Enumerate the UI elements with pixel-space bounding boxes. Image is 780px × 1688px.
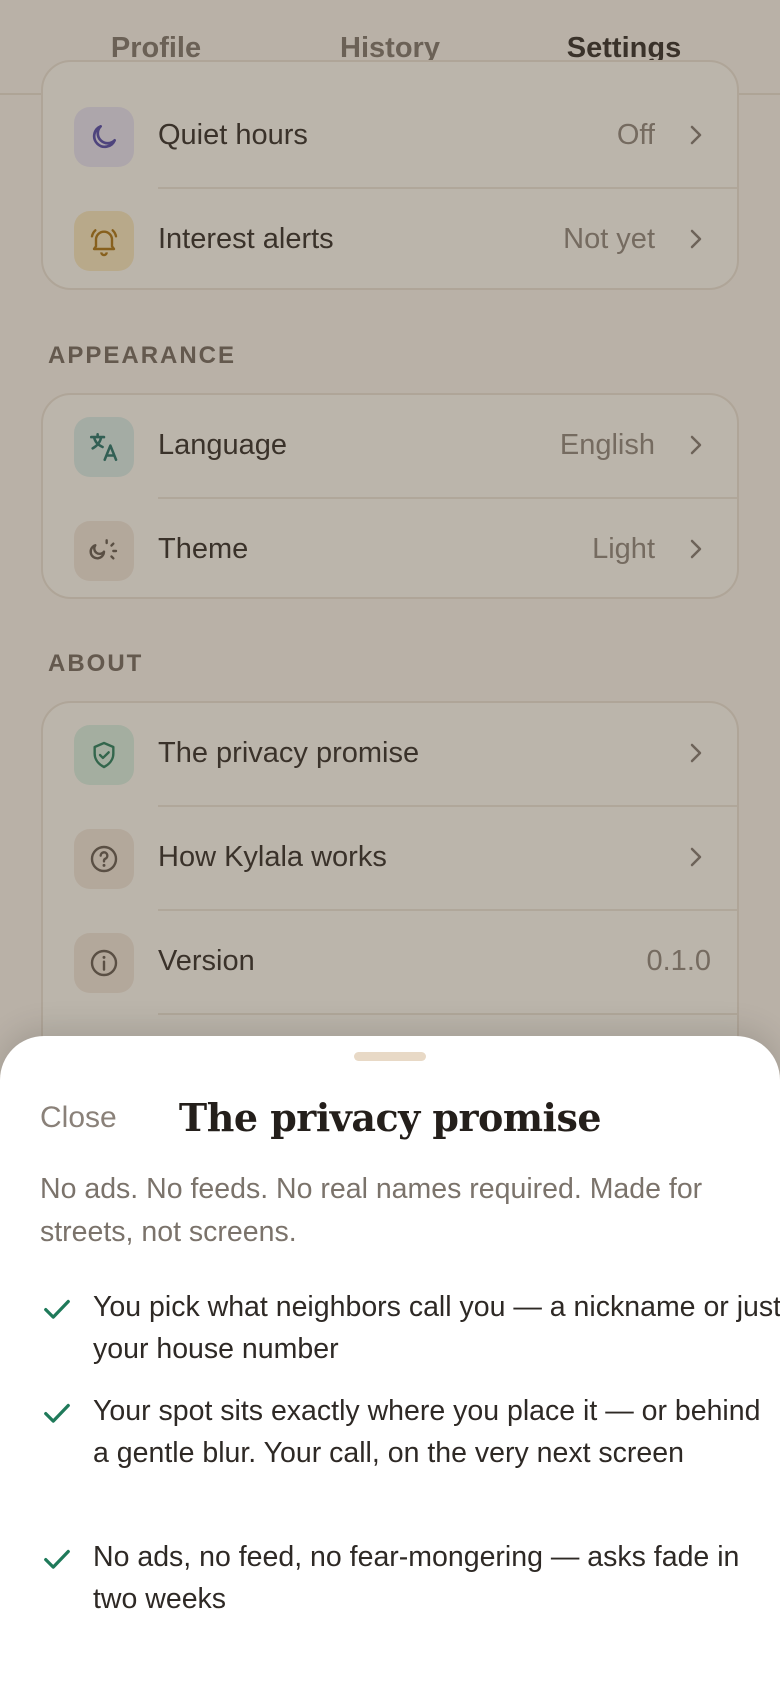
privacy-promise-sheet: Close The privacy promise No ads. No fee… bbox=[0, 1036, 780, 1688]
sheet-subtitle: No ads. No feeds. No real names required… bbox=[40, 1173, 703, 1248]
promise-text: No ads, no feed, no fear-mongering — ask… bbox=[93, 1541, 740, 1615]
check-icon bbox=[44, 1403, 70, 1423]
check-icon bbox=[44, 1549, 70, 1569]
promise-text: Your spot sits exactly where you place i… bbox=[93, 1395, 761, 1469]
sheet-title: The privacy promise bbox=[178, 1095, 602, 1140]
sheet-drag-handle[interactable] bbox=[354, 1052, 426, 1061]
check-icon bbox=[44, 1299, 70, 1319]
promise-text: You pick what neighbors call you — a nic… bbox=[93, 1291, 780, 1365]
